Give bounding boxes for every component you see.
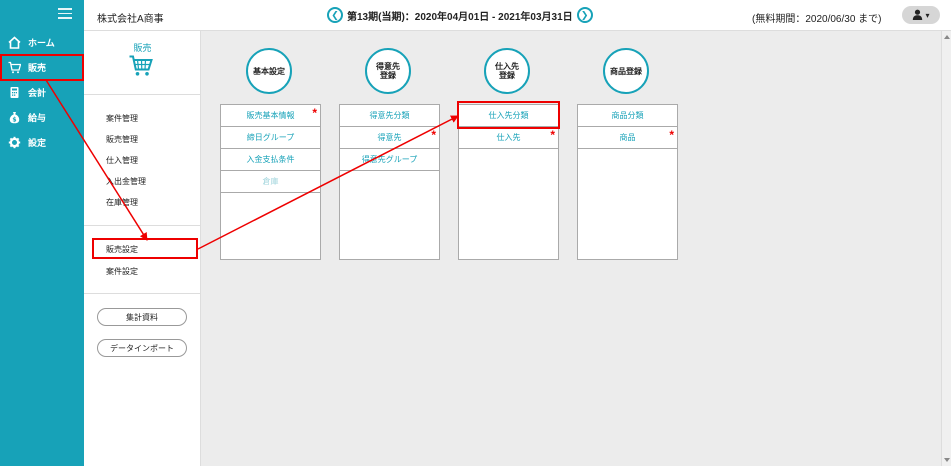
prev-period-button[interactable]: ❮ — [327, 7, 343, 23]
supplier-link[interactable]: 仕入先 * — [459, 127, 558, 149]
customer-group-link[interactable]: 得意先グループ — [340, 149, 439, 171]
trial-period: (無料期間：2020/06/30 まで) — [752, 14, 882, 25]
warehouse-link: 倉庫 — [221, 171, 320, 193]
scroll-down-icon[interactable] — [944, 458, 950, 462]
subnav-divider — [84, 225, 201, 226]
payment-terms-link[interactable]: 入金支払条件 — [221, 149, 320, 171]
customer-category-link[interactable]: 得意先分類 — [340, 105, 439, 127]
basic-settings-heading: 基本設定 — [246, 48, 292, 94]
user-icon — [912, 9, 923, 22]
sales-highlight-box — [0, 54, 84, 81]
left-navigation: ホーム 販売 会計 $ 給与 設定 — [0, 0, 84, 466]
subnav-divider — [84, 293, 201, 294]
sales-basic-info-link[interactable]: 販売基本情報 * — [221, 105, 320, 127]
top-header: 株式会社A商事 ❮ 第13期(当期)：2020年04月01日 - 2021年03… — [84, 0, 951, 31]
company-name: 株式会社A商事 — [97, 14, 164, 25]
customer-registration-card: 得意先分類 得意先 * 得意先グループ — [339, 104, 440, 260]
basic-settings-card: 販売基本情報 * 締日グループ 入金支払条件 倉庫 — [220, 104, 321, 260]
product-category-link[interactable]: 商品分類 — [578, 105, 677, 127]
nav-item-settings[interactable]: 設定 — [0, 131, 84, 153]
fiscal-period: 第13期(当期)：2020年04月01日 - 2021年03月31日 — [347, 11, 573, 23]
data-import-button[interactable]: データインポート — [97, 339, 187, 357]
user-menu-button[interactable]: ▾ — [902, 6, 940, 24]
vertical-scrollbar[interactable] — [941, 31, 951, 466]
calculator-icon — [8, 86, 21, 99]
subnav-link-project-settings[interactable]: 案件設定 — [106, 266, 138, 277]
period-selector: ❮ 第13期(当期)：2020年04月01日 - 2021年03月31日 ❯ — [327, 7, 593, 23]
next-period-button[interactable]: ❯ — [576, 7, 593, 23]
product-link[interactable]: 商品 * — [578, 127, 677, 149]
supplier-registration-heading: 仕入先 登録 — [484, 48, 530, 94]
customer-registration-heading: 得意先 登録 — [365, 48, 411, 94]
required-mark: * — [431, 128, 436, 142]
nav-item-payroll[interactable]: $ 給与 — [0, 106, 84, 128]
closing-group-link[interactable]: 締日グループ — [221, 127, 320, 149]
sales-settings-highlight-box — [92, 238, 198, 259]
home-icon — [8, 35, 21, 49]
subnav-link-project-mgmt[interactable]: 案件管理 — [106, 113, 138, 124]
svg-text:$: $ — [12, 116, 16, 123]
required-mark: * — [669, 128, 674, 142]
supplier-category-highlight-box — [457, 101, 560, 129]
subnav-link-sales-mgmt[interactable]: 販売管理 — [106, 134, 138, 145]
product-registration-card: 商品分類 商品 * — [577, 104, 678, 260]
nav-item-home[interactable]: ホーム — [0, 31, 84, 53]
cart-icon — [129, 55, 153, 77]
subnav-link-purchase-mgmt[interactable]: 仕入管理 — [106, 155, 138, 166]
sales-subnav: 販売 案件管理 販売管理 仕入管理 入出金管理 在庫管理 販売設定 案件設定 集… — [84, 31, 201, 466]
required-mark: * — [550, 128, 555, 142]
required-mark: * — [312, 106, 317, 120]
subnav-divider — [84, 94, 201, 95]
chevron-down-icon: ▾ — [925, 10, 930, 20]
report-button[interactable]: 集計資料 — [97, 308, 187, 326]
subnav-link-payment-mgmt[interactable]: 入出金管理 — [106, 176, 146, 187]
money-bag-icon: $ — [8, 111, 21, 124]
hamburger-menu-icon[interactable] — [58, 8, 72, 19]
nav-item-accounting[interactable]: 会計 — [0, 81, 84, 103]
subnav-link-inventory-mgmt[interactable]: 在庫管理 — [106, 197, 138, 208]
scroll-up-icon[interactable] — [944, 35, 950, 39]
customer-link[interactable]: 得意先 * — [340, 127, 439, 149]
gear-icon — [8, 136, 21, 149]
subnav-title: 販売 — [133, 43, 152, 53]
product-registration-heading: 商品登録 — [603, 48, 649, 94]
